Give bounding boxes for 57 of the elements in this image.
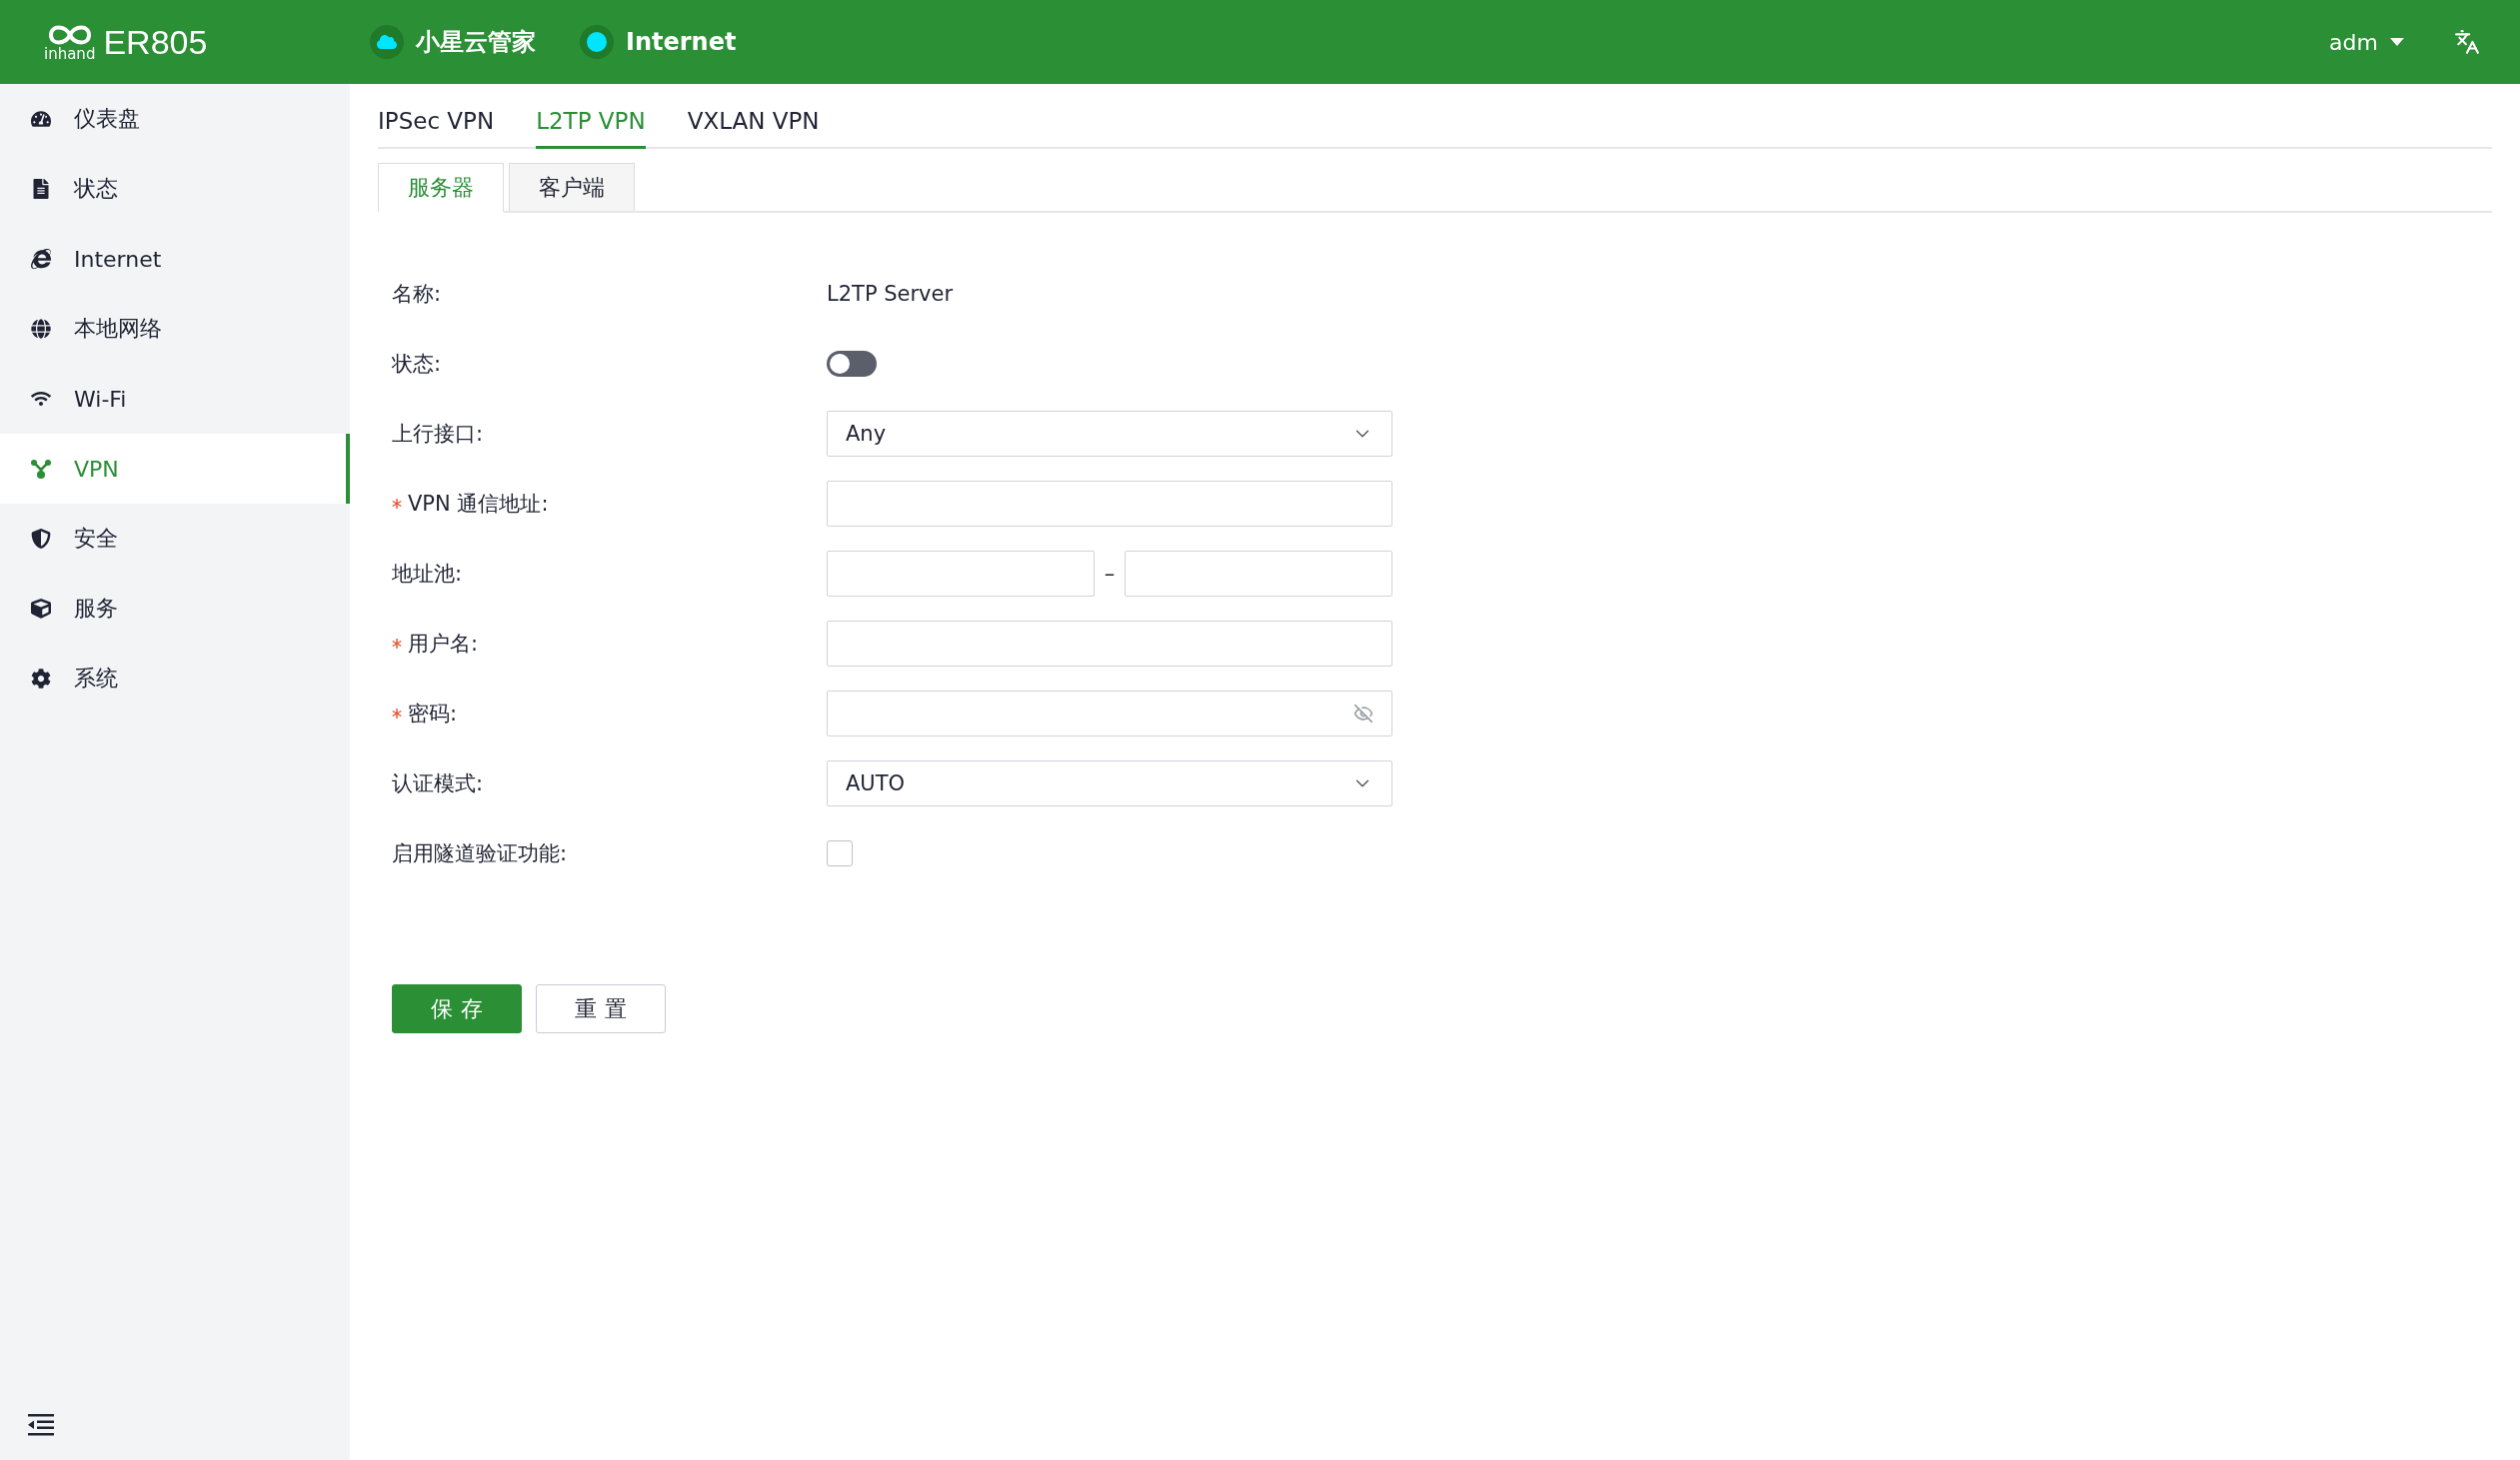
field-label: 状态: <box>392 351 443 378</box>
required-asterisk-icon <box>392 499 402 509</box>
reset-button[interactable]: 重置 <box>536 984 666 1033</box>
field-label: 启用隧道验证功能: <box>392 840 569 867</box>
browser-e-icon <box>30 249 52 269</box>
input-field[interactable] <box>1125 551 1392 597</box>
save-button[interactable]: 保存 <box>392 984 522 1033</box>
device-model: ER805 <box>103 22 208 62</box>
range-separator: – <box>1103 562 1117 586</box>
field-label: 上行接口: <box>392 421 485 448</box>
field-label: 认证模式: <box>392 770 485 797</box>
user-menu[interactable]: adm <box>2323 28 2410 56</box>
sidebar-item[interactable]: VPN <box>0 434 350 504</box>
sidebar-item[interactable]: 状态 <box>0 154 350 224</box>
status-dot-icon <box>580 25 614 59</box>
cloud-icon <box>370 25 404 59</box>
input-field[interactable] <box>827 481 1392 527</box>
brand-logo-text: inhand <box>44 46 96 62</box>
status-label: 小星云管家 <box>416 27 536 58</box>
gauge-icon <box>30 109 52 129</box>
sidebar-item[interactable]: 服务 <box>0 574 350 644</box>
branch-icon <box>30 458 52 480</box>
sidebar-item[interactable]: Wi-Fi <box>0 364 350 434</box>
tab[interactable]: IPSec VPN <box>378 100 495 149</box>
required-asterisk-icon <box>392 639 402 649</box>
field-label: 名称: <box>392 281 443 308</box>
field-value: L2TP Server <box>827 282 954 306</box>
input-field[interactable] <box>827 551 1095 597</box>
sidebar-item[interactable]: 仪表盘 <box>0 84 350 154</box>
collapse-menu-icon[interactable] <box>28 1414 54 1436</box>
sidebar-item[interactable]: 系统 <box>0 644 350 714</box>
sub-tab[interactable]: 服务器 <box>378 163 504 213</box>
settings-icon <box>30 669 52 689</box>
cube-icon <box>30 599 52 619</box>
required-asterisk-icon <box>392 709 402 719</box>
tab[interactable]: VXLAN VPN <box>687 100 820 149</box>
status-label: Internet <box>626 28 737 56</box>
field-label: VPN 通信地址: <box>392 490 827 518</box>
status-switch[interactable] <box>827 351 877 377</box>
eye-off-icon[interactable] <box>1353 704 1373 724</box>
input-field[interactable] <box>827 621 1392 667</box>
language-icon[interactable] <box>2454 29 2480 55</box>
password-field[interactable] <box>827 691 1392 736</box>
sidebar-item[interactable]: 本地网络 <box>0 294 350 364</box>
sidebar-item[interactable]: Internet <box>0 224 350 294</box>
field-label: 用户名: <box>392 630 827 658</box>
select-field[interactable]: Any <box>827 411 1392 457</box>
field-label: 密码: <box>392 700 827 728</box>
tab[interactable]: L2TP VPN <box>536 100 646 149</box>
field-label: 地址池: <box>392 561 464 588</box>
checkbox[interactable] <box>827 840 853 866</box>
sub-tab[interactable]: 客户端 <box>509 163 635 211</box>
select-field[interactable]: AUTO <box>827 760 1392 806</box>
sidebar-item[interactable]: 安全 <box>0 504 350 574</box>
globe-icon <box>30 319 52 339</box>
shield-icon <box>30 529 52 549</box>
wifi-icon <box>30 389 52 409</box>
